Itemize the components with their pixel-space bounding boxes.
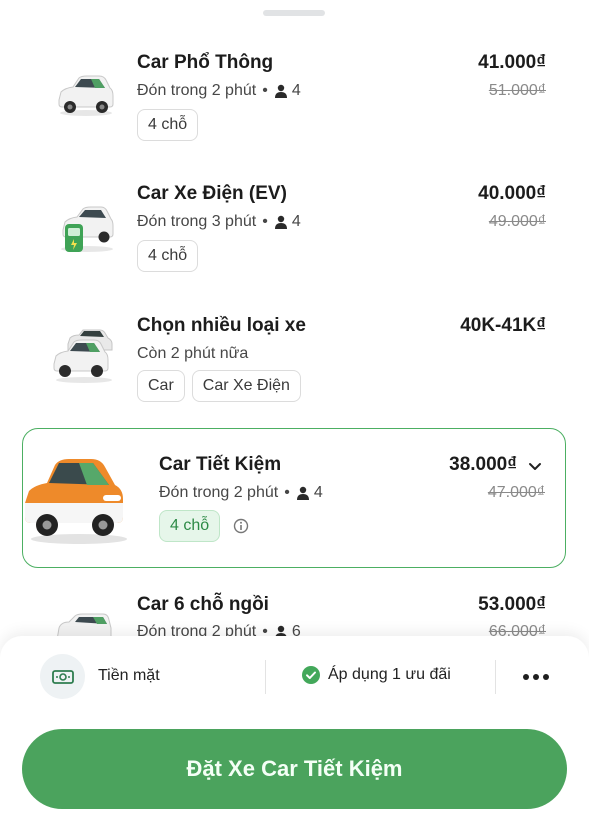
seat-count: 4	[313, 484, 323, 501]
ride-option-car-tiet-kiem-selected[interactable]: Car Tiết Kiệm Đón trong 2 phút • 4 4 chỗ…	[22, 428, 566, 568]
orange-car-icon	[25, 459, 127, 544]
book-ride-button[interactable]: Đặt Xe Car Tiết Kiệm	[22, 729, 567, 809]
option-old-price: 49.000₫	[488, 213, 546, 230]
car-type-chip: Car Xe Điện	[191, 370, 301, 402]
info-icon[interactable]	[233, 518, 249, 534]
payment-method-icon-wrap[interactable]	[40, 654, 85, 699]
seat-chip: 4 chỗ	[159, 510, 221, 542]
separator-dot: •	[284, 484, 290, 501]
option-title: Car Tiết Kiệm	[159, 454, 282, 475]
promo-selector[interactable]: Áp dụng 1 ưu đãi	[302, 666, 451, 684]
option-title: Car Phổ Thông	[137, 52, 274, 73]
option-chips: Car Car Xe Điện	[137, 370, 301, 402]
ride-option-car-xe-dien[interactable]: Car Xe Điện (EV) Đón trong 3 phút • 4 4 …	[0, 160, 589, 290]
person-icon	[274, 84, 287, 98]
option-chips: 4 chỗ	[159, 510, 249, 542]
option-eta: Đón trong 3 phút • 4	[137, 213, 301, 231]
ride-options-list[interactable]: Car Phổ Thông Đón trong 2 phút • 4 4 chỗ…	[0, 0, 589, 640]
separator-dot: •	[262, 213, 268, 230]
multi-car-icon	[53, 329, 113, 383]
eta-text: Còn 2 phút nữa	[137, 345, 249, 362]
car-type-chip: Car	[137, 370, 185, 402]
eta-text: Đón trong 2 phút	[137, 82, 257, 99]
option-price: 38.000₫	[449, 454, 517, 475]
option-eta: Còn 2 phút nữa	[137, 345, 248, 363]
option-eta: Đón trong 2 phút • 4	[137, 82, 301, 100]
ride-option-car-6-cho[interactable]: Car 6 chỗ ngồi Đón trong 2 phút • 6 53.0…	[0, 580, 589, 640]
ride-option-car-pho-thong[interactable]: Car Phổ Thông Đón trong 2 phút • 4 4 chỗ…	[0, 0, 589, 160]
divider	[495, 660, 496, 694]
option-price: 41.000₫	[478, 52, 546, 73]
option-price: 53.000₫	[478, 594, 546, 615]
option-price: 40K-41K₫	[460, 315, 546, 336]
check-circle-icon	[302, 666, 320, 684]
option-title: Car 6 chỗ ngồi	[137, 594, 269, 615]
seat-chip: 4 chỗ	[137, 109, 199, 141]
option-old-price: 47.000₫	[487, 484, 545, 501]
seat-chip: 4 chỗ	[137, 240, 199, 272]
option-title: Chọn nhiều loại xe	[137, 315, 306, 336]
eta-text: Đón trong 2 phút	[159, 484, 279, 501]
ride-option-multi-type[interactable]: Chọn nhiều loại xe Còn 2 phút nữa Car Ca…	[0, 290, 589, 420]
seat-count: 4	[291, 82, 301, 99]
payment-method-label[interactable]: Tiền mặt	[98, 667, 160, 685]
promo-label: Áp dụng 1 ưu đãi	[328, 666, 451, 683]
option-eta: Đón trong 2 phút • 4	[159, 484, 323, 502]
divider	[265, 660, 266, 694]
eta-text: Đón trong 3 phút	[137, 213, 257, 230]
option-chips: 4 chỗ	[137, 240, 199, 272]
person-icon	[296, 486, 309, 500]
option-chips: 4 chỗ	[137, 109, 199, 141]
person-icon	[274, 215, 287, 229]
ev-car-icon	[61, 206, 114, 252]
option-title: Car Xe Điện (EV)	[137, 183, 287, 204]
option-price: 40.000₫	[478, 183, 546, 204]
separator-dot: •	[262, 82, 268, 99]
option-old-price: 51.000₫	[488, 82, 546, 99]
white-car-icon	[58, 75, 114, 116]
seat-count: 4	[291, 213, 301, 230]
cash-icon	[51, 669, 74, 684]
more-dots-icon[interactable]	[520, 662, 552, 692]
chevron-down-icon[interactable]	[527, 458, 543, 474]
